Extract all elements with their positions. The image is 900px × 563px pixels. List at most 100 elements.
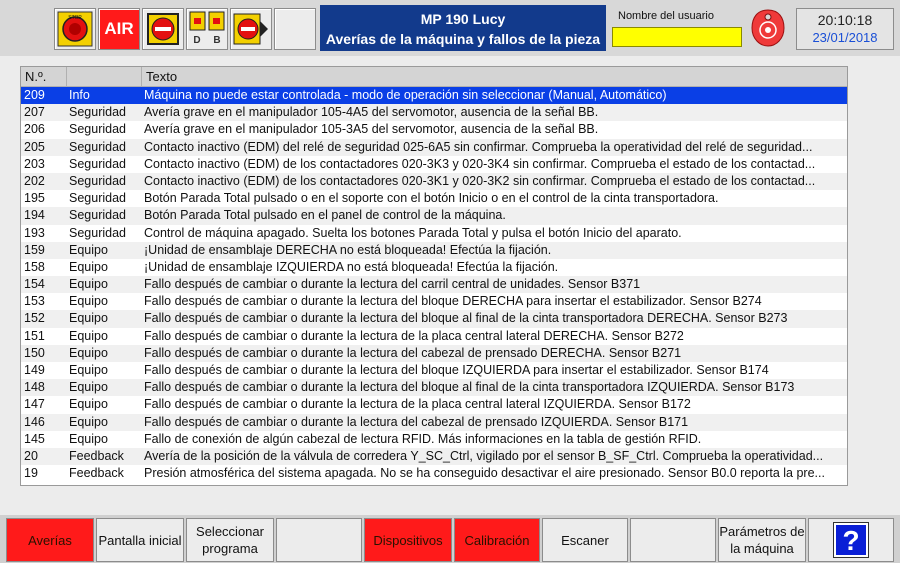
alarm-category: Info: [69, 88, 90, 102]
alarm-number: 209: [24, 88, 45, 102]
user-panel: Nombre del usuario: [608, 5, 746, 51]
alarm-category: Equipo: [69, 259, 108, 274]
table-body: 209 Info Máquina no puede estar controlada…: [21, 87, 847, 482]
table-row[interactable]: 148 Equipo Fallo después de cambiar o dura…: [21, 379, 847, 397]
table-row[interactable]: 206 Seguridad Avería grave en el manipulad…: [21, 121, 847, 138]
table-row[interactable]: 151 Equipo Fallo después de cambiar o dura…: [21, 328, 847, 345]
column-header-text[interactable]: Texto: [142, 67, 847, 87]
stop-arrow-icon: [233, 13, 268, 45]
table-row[interactable]: 207 Seguridad Avería grave en el manipulad…: [21, 104, 847, 122]
alarm-text: Avería grave en el manipulador 105-4A5 d…: [144, 105, 599, 120]
alarm-text: Contacto inactivo (EDM) del relé de segu…: [144, 139, 813, 154]
machine-name: MP 190 Lucy: [420, 11, 506, 27]
alarm-text: Fallo después de cambiar o durante la le…: [144, 345, 682, 360]
alarm-text: Avería de la posición de la válvula de c…: [144, 448, 824, 463]
table-row[interactable]: 195 Seguridad Botón Parada Total pulsado o…: [21, 190, 847, 207]
alarm-text: Fallo después de cambiar o durante la le…: [144, 414, 689, 429]
table-header: N.º. Texto: [21, 67, 847, 87]
table-row[interactable]: 154 Equipo Fallo después de cambiar o dura…: [21, 276, 847, 294]
table-row[interactable]: 205 Seguridad Contacto inactivo (EDM) del …: [21, 138, 847, 156]
alarm-number: 153: [24, 294, 45, 309]
alarm-number: 19: [24, 466, 38, 481]
alarm-number: 149: [24, 363, 45, 377]
alarm-text: Contacto inactivo (EDM) de los contactad…: [144, 173, 816, 188]
table-row[interactable]: 147 Equipo Fallo después de cambiar o dura…: [21, 396, 847, 413]
alarm-number: 206: [24, 122, 45, 137]
alarm-number: 193: [24, 225, 45, 240]
table-row[interactable]: 149 Equipo Fallo después de cambiar o dura…: [21, 362, 847, 379]
scanner-button[interactable]: Escaner: [542, 518, 628, 562]
column-header-type[interactable]: [67, 67, 142, 87]
home-screen-button[interactable]: Pantalla inicial: [96, 518, 184, 562]
stop-arrow-button[interactable]: [230, 8, 272, 50]
air-button[interactable]: AIR: [98, 8, 140, 50]
help-button[interactable]: ?: [808, 518, 894, 562]
alarm-text: Fallo después de cambiar o durante la le…: [144, 380, 795, 395]
alarm-text: Fallo después de cambiar o durante la le…: [144, 363, 769, 377]
alarm-text: Control de máquina apagado. Suelta los b…: [144, 225, 682, 240]
table-row[interactable]: 193 Seguridad Control de máquina apagado. …: [21, 225, 847, 242]
table-row[interactable]: 194 Seguridad Botón Parada Total pulsado e…: [21, 207, 847, 225]
alarm-text: Fallo después de cambiar o durante la le…: [144, 277, 641, 292]
table-row[interactable]: 158 Equipo ¡Unidad de ensamblaje IZQUIERDA…: [21, 259, 847, 276]
alarm-category: Equipo: [69, 380, 108, 395]
empty-footer-button-2[interactable]: [630, 518, 716, 562]
table-row[interactable]: 209 Info Máquina no puede estar controlada…: [21, 87, 847, 105]
alarm-number: 145: [24, 431, 45, 446]
alarm-list[interactable]: N.º. Texto 209 Info Máquina no puede estar…: [20, 66, 848, 486]
home-screen-label: Pantalla inicial: [98, 532, 182, 548]
devices-label: Dispositivos: [373, 532, 443, 548]
help-icon: ?: [833, 522, 869, 558]
table-row[interactable]: 203 Seguridad Contacto inactivo (EDM) de l…: [21, 156, 847, 173]
alarm-number: 152: [24, 311, 45, 326]
emergency-stop-button[interactable]: STOP: [54, 8, 96, 50]
alarm-text: Botón Parada Total pulsado en el panel d…: [144, 208, 506, 223]
calibration-button[interactable]: Calibración: [454, 518, 540, 562]
stop-door-icon: [147, 13, 179, 45]
table-row[interactable]: 152 Equipo Fallo después de cambiar o dura…: [21, 310, 847, 328]
devices-button[interactable]: Dispositivos: [364, 518, 452, 562]
column-header-number[interactable]: N.º.: [21, 67, 67, 87]
calibration-label: Calibración: [464, 532, 530, 548]
alarm-category: Equipo: [69, 328, 108, 343]
averias-label: Averías: [28, 532, 72, 548]
stop-door-button[interactable]: [142, 8, 184, 50]
user-name-field[interactable]: [612, 27, 742, 47]
door-d-b-button[interactable]: D B: [186, 8, 228, 50]
alarm-text: Presión atmosférica del sistema apagada.…: [144, 466, 825, 481]
select-program-label: Seleccionar programa: [196, 524, 264, 556]
alarm-text: Máquina no puede estar controlada - modo…: [144, 88, 667, 102]
alarm-text: ¡Unidad de ensamblaje IZQUIERDA no está …: [144, 259, 559, 274]
table-row[interactable]: 150 Equipo Fallo después de cambiar o dura…: [21, 344, 847, 362]
table-row[interactable]: 159 Equipo ¡Unidad de ensamblaje DERECHA n…: [21, 241, 847, 259]
alarm-text: Fallo después de cambiar o durante la le…: [144, 397, 691, 412]
table-row[interactable]: 146 Equipo Fallo después de cambiar o dura…: [21, 413, 847, 431]
rfid-tag-button[interactable]: [748, 6, 788, 50]
alarm-number: 158: [24, 259, 45, 274]
empty-footer-button-1[interactable]: [276, 518, 362, 562]
alarm-category: Equipo: [69, 311, 108, 326]
machine-parameters-button[interactable]: Parámetros de la máquina: [718, 518, 806, 562]
averias-button[interactable]: Averías: [6, 518, 94, 562]
screen-subtitle: Averías de la máquina y fallos de la pie…: [325, 31, 601, 47]
alarm-text: Fallo después de cambiar o durante la le…: [144, 294, 762, 309]
alarm-category: Seguridad: [69, 208, 126, 223]
footer-toolbar: Averías Pantalla inicial Seleccionar pro…: [0, 515, 900, 563]
table-row[interactable]: 153 Equipo Fallo después de cambiar o dura…: [21, 293, 847, 310]
rfid-key-tag-icon: [751, 9, 785, 47]
clock-time: 20:10:18: [817, 12, 873, 28]
alarm-category: Equipo: [69, 397, 108, 412]
table-row[interactable]: 202 Seguridad Contacto inactivo (EDM) de l…: [21, 172, 847, 191]
door-d-b-icon: D B: [189, 11, 225, 46]
alarm-text: Contacto inactivo (EDM) de los contactad…: [144, 156, 816, 171]
alarm-text: Fallo después de cambiar o durante la le…: [144, 311, 788, 326]
alarm-category: Seguridad: [69, 139, 126, 154]
empty-header-button[interactable]: [274, 8, 316, 50]
select-program-button[interactable]: Seleccionar programa: [186, 518, 274, 562]
table-row[interactable]: 20 Feedback Avería de la posición de la vá…: [21, 447, 847, 466]
scanner-label: Escaner: [561, 532, 609, 548]
alarm-category: Equipo: [69, 414, 108, 429]
table-row[interactable]: 19 Feedback Presión atmosférica del sistem…: [21, 465, 847, 482]
alarm-category: Seguridad: [69, 191, 126, 206]
table-row[interactable]: 145 Equipo Fallo de conexión de algún cabe…: [21, 431, 847, 448]
